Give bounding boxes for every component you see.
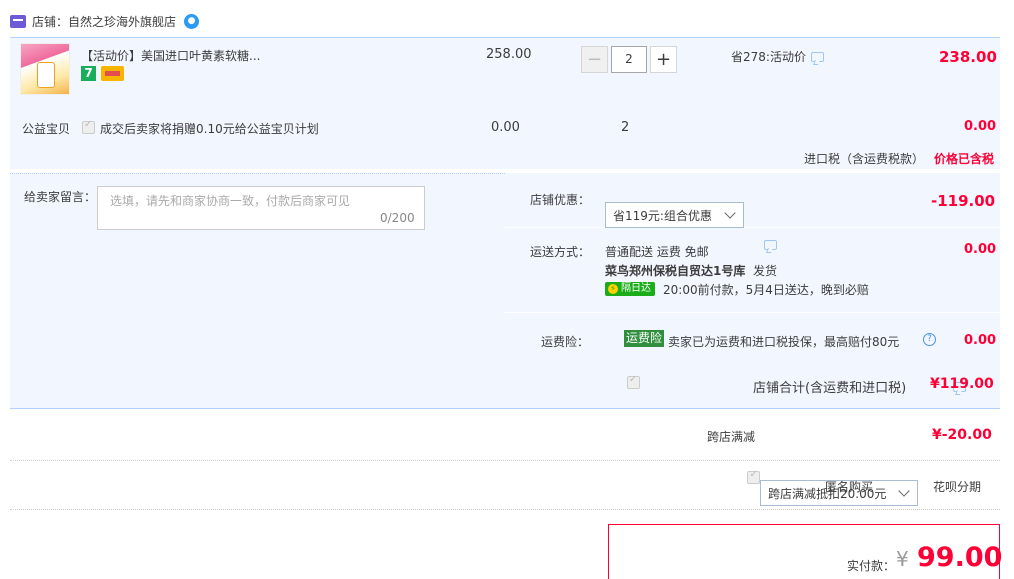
charity-price: 0.00 [491,120,520,135]
shop-discount-select[interactable]: 省119元:组合优惠 [605,202,744,228]
shop-total-label: 店铺合计(含运费和进口税) [753,381,907,396]
help-icon[interactable]: ? [923,333,936,346]
unit-price: 258.00 [486,47,532,62]
shipping-method: 普通配送 运费 免邮 [605,245,709,259]
comment-icon[interactable] [764,240,777,250]
shop-discount-value: 省119元:组合优惠 [613,208,712,223]
quantity-input[interactable]: 2 [611,46,647,73]
dispatch-text: 发货 [753,264,778,278]
product-title[interactable]: 【活动价】美国进口叶黄素软糖... [81,47,260,64]
shop-icon [10,14,26,28]
charity-total: 0.00 [964,119,997,134]
seven-day-return-icon: 7 [81,66,96,81]
divider [10,460,1000,461]
insurance-checkbox[interactable] [626,374,640,389]
product-thumbnail[interactable] [20,43,70,95]
payment-label: 实付款： [847,559,896,573]
charity-checkbox[interactable] [82,119,95,134]
divider [10,509,1000,510]
lightning-icon: ⚡ [608,284,618,294]
insurance-text: 卖家已为运费和进口税投保，最高赔付80元 [668,335,900,349]
shipping-amount: 0.00 [964,242,997,257]
shop-total-amount: ¥119.00 [930,376,994,392]
next-day-badge: ⚡ 隔日达 [605,282,655,296]
credit-card-icon [101,66,124,81]
warehouse-name: 菜鸟郑州保税自贸达1号库 [605,264,746,278]
quantity-stepper: − 2 + [581,46,677,74]
wangwang-chat-icon[interactable]: ● [184,13,200,29]
comment-icon[interactable] [810,51,824,62]
huabei-label[interactable]: 花呗分期 [933,478,981,495]
payment-currency: ¥ [896,547,909,571]
shop-name[interactable]: 店铺：自然之珍海外旗舰店 [32,13,176,30]
decrease-button[interactable]: − [581,46,608,73]
delivery-promise: 20:00前付款，5月4日送达，晚到必赔 [663,283,869,297]
promo-info: 省278:活动价 [731,48,824,65]
item-total: 238.00 [939,48,997,66]
insurance-tag: 运费险 [624,330,665,347]
import-tax-label: 进口税（含运费税款） [804,152,925,166]
next-day-label: 隔日达 [621,283,651,294]
insurance-label: 运费险： [541,335,590,349]
message-placeholder: 选填，请先和商家协商一致，付款后商家可见 [110,194,351,208]
cross-store-amount: ¥-20.00 [932,427,992,443]
charity-qty: 2 [621,120,630,135]
charity-text: 成交后卖家将捐赠0.10元给公益宝贝计划 [100,122,319,136]
charity-label: 公益宝贝 [22,122,71,136]
message-char-count: 0/200 [380,211,415,225]
import-tax-value: 价格已含税 [934,152,995,166]
shop-discount-amount: -119.00 [931,192,996,210]
increase-button[interactable]: + [650,46,677,73]
shipping-warehouse-line: 菜鸟郑州保税自贸达1号库 发货 [605,262,777,279]
anonymous-label[interactable]: 匿名购买 [825,478,873,495]
chevron-down-icon [724,207,736,219]
promo-text: 省278:活动价 [731,50,806,64]
cross-store-checkbox[interactable] [747,469,761,484]
shop-header: 店铺：自然之珍海外旗舰店 ● [10,11,200,31]
shipping-label: 运送方式： [530,245,591,259]
payment-amount: 99.00 [917,542,1003,573]
shop-discount-label: 店铺优惠： [530,193,591,207]
message-label: 给卖家留言： [24,190,97,204]
chevron-down-icon [898,485,910,497]
cross-store-label: 跨店满减 [707,430,756,444]
insurance-amount: 0.00 [964,333,997,348]
